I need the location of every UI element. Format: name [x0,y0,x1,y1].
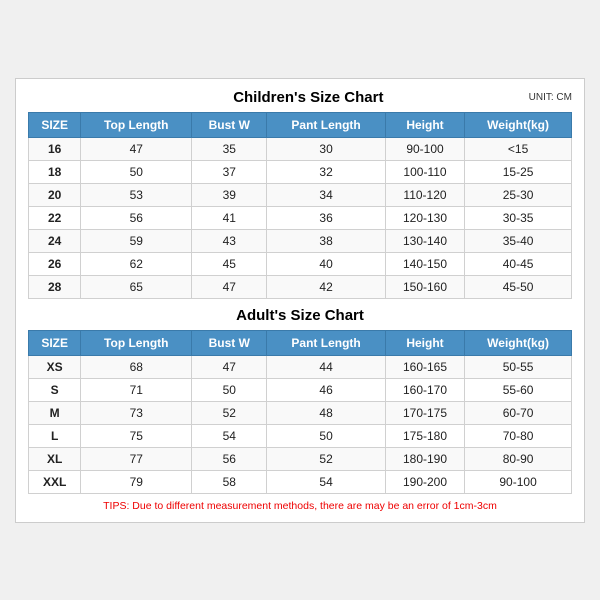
table-row: M735248170-17560-70 [29,401,572,424]
table-row: 26624540140-15040-45 [29,252,572,275]
col-header-top-length: Top Length [81,112,192,137]
children-table-body: 1647353090-100<1518503732100-11015-25205… [29,137,572,298]
table-row: 1647353090-100<15 [29,137,572,160]
adult-col-pant-length: Pant Length [267,330,386,355]
unit-label: UNIT: CM [529,92,572,103]
col-header-pant-length: Pant Length [267,112,386,137]
table-row: S715046160-17055-60 [29,378,572,401]
adult-header-row: SIZE Top Length Bust W Pant Length Heigh… [29,330,572,355]
adult-col-bust-w: Bust W [192,330,267,355]
children-chart-title: Children's Size Chart [88,89,529,106]
table-row: XL775652180-19080-90 [29,447,572,470]
adult-chart-title: Adult's Size Chart [28,307,572,324]
table-row: 24594338130-14035-40 [29,229,572,252]
adult-table-body: XS684744160-16550-55S715046160-17055-60M… [29,355,572,493]
adult-col-height: Height [385,330,464,355]
table-row: 22564136120-13030-35 [29,206,572,229]
adult-col-weight: Weight(kg) [465,330,572,355]
table-row: 20533934110-12025-30 [29,183,572,206]
table-row: XS684744160-16550-55 [29,355,572,378]
adult-col-top-length: Top Length [81,330,192,355]
tips-text: TIPS: Due to different measurement metho… [28,500,572,512]
chart-container: Children's Size Chart UNIT: CM SIZE Top … [15,78,585,523]
table-row: 18503732100-11015-25 [29,160,572,183]
table-row: XXL795854190-20090-100 [29,470,572,493]
col-header-size: SIZE [29,112,81,137]
col-header-bust-w: Bust W [192,112,267,137]
children-size-table: SIZE Top Length Bust W Pant Length Heigh… [28,112,572,299]
table-row: L755450175-18070-80 [29,424,572,447]
col-header-weight: Weight(kg) [465,112,572,137]
children-title-row: Children's Size Chart UNIT: CM [28,89,572,106]
adult-size-table: SIZE Top Length Bust W Pant Length Heigh… [28,330,572,494]
table-row: 28654742150-16045-50 [29,275,572,298]
children-header-row: SIZE Top Length Bust W Pant Length Heigh… [29,112,572,137]
adult-col-size: SIZE [29,330,81,355]
adult-title-row: Adult's Size Chart [28,307,572,324]
col-header-height: Height [385,112,464,137]
